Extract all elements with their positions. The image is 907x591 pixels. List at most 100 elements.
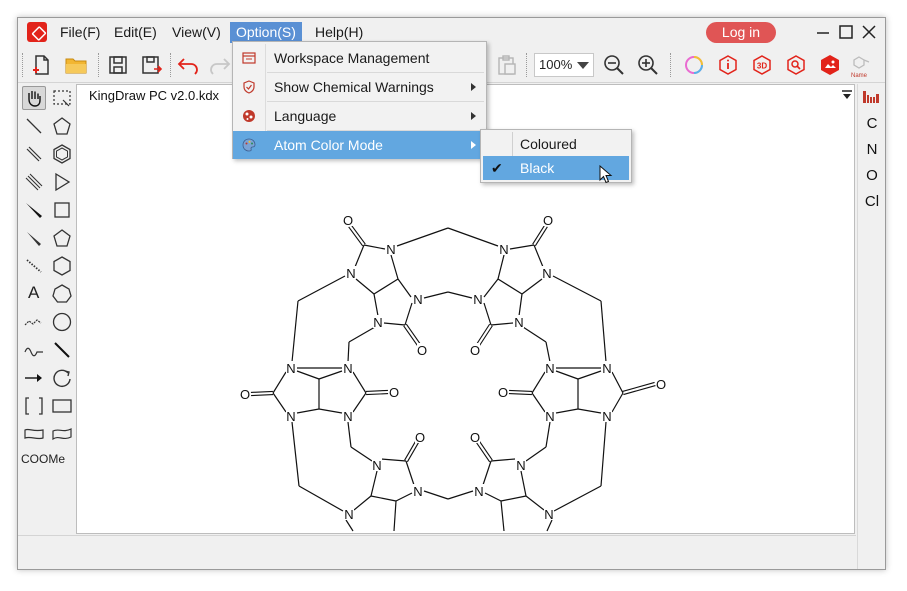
- single-bond[interactable]: [484, 492, 502, 502]
- double-bond-line[interactable]: [250, 390, 273, 393]
- menu-view[interactable]: View(V): [166, 22, 227, 43]
- nitrogen-atom[interactable]: N: [473, 292, 482, 307]
- single-bond[interactable]: [518, 293, 523, 317]
- nitrogen-atom[interactable]: N: [602, 409, 611, 424]
- nitrogen-atom[interactable]: N: [474, 484, 483, 499]
- menu-file[interactable]: File(F): [54, 22, 106, 43]
- single-bond[interactable]: [577, 370, 602, 380]
- single-bond[interactable]: [291, 421, 300, 487]
- nitrogen-atom[interactable]: N: [386, 242, 395, 257]
- nitrogen-atom[interactable]: N: [542, 266, 551, 281]
- paste-icon[interactable]: [494, 53, 518, 77]
- single-bond[interactable]: [393, 500, 397, 532]
- single-bond[interactable]: [500, 500, 505, 532]
- oxygen-atom[interactable]: O: [498, 385, 508, 400]
- single-bond[interactable]: [447, 291, 473, 299]
- nitrogen-atom[interactable]: N: [413, 292, 422, 307]
- single-bond[interactable]: [370, 495, 397, 502]
- oxygen-atom[interactable]: O: [417, 343, 427, 358]
- menu-option[interactable]: Option(S): [230, 22, 302, 43]
- menu-item-atom-color-mode[interactable]: Atom Color Mode: [233, 131, 486, 159]
- double-bond-line[interactable]: [403, 325, 419, 347]
- menu-edit[interactable]: Edit(E): [108, 22, 163, 43]
- single-bond[interactable]: [383, 322, 406, 326]
- single-bond[interactable]: [447, 227, 499, 247]
- bold-bond-icon[interactable]: [51, 339, 73, 361]
- single-bond[interactable]: [531, 371, 546, 394]
- single-bond[interactable]: [296, 408, 320, 414]
- flag-shape-icon[interactable]: [51, 423, 73, 445]
- nitrogen-atom[interactable]: N: [602, 361, 611, 376]
- single-bond[interactable]: [522, 326, 547, 343]
- oxygen-atom[interactable]: O: [656, 377, 666, 392]
- double-bond-line[interactable]: [366, 393, 389, 396]
- square-ring-icon[interactable]: [51, 199, 73, 221]
- nitrogen-atom[interactable]: N: [413, 484, 422, 499]
- single-bond[interactable]: [447, 490, 474, 500]
- double-bond-line[interactable]: [508, 393, 532, 396]
- hexagon-ring-icon[interactable]: [51, 255, 73, 277]
- save-icon[interactable]: [106, 53, 130, 77]
- single-bond[interactable]: [490, 322, 514, 326]
- nitrogen-atom[interactable]: N: [514, 315, 523, 330]
- nitrogen-atom[interactable]: N: [516, 458, 525, 473]
- single-bond[interactable]: [600, 300, 607, 363]
- element-nitrogen[interactable]: N: [858, 141, 885, 158]
- single-bond[interactable]: [373, 293, 379, 317]
- single-bond[interactable]: [533, 244, 544, 268]
- oxygen-atom[interactable]: O: [470, 343, 480, 358]
- close-icon[interactable]: [858, 21, 880, 43]
- double-bond-line[interactable]: [476, 323, 491, 345]
- hand-tool-selected[interactable]: [22, 86, 46, 110]
- new-file-icon[interactable]: [30, 53, 54, 77]
- single-bond[interactable]: [611, 371, 624, 394]
- pentagon-icon[interactable]: [51, 227, 73, 249]
- nitrogen-atom[interactable]: N: [344, 507, 353, 522]
- triangle-ring-icon[interactable]: [51, 171, 73, 193]
- single-bond[interactable]: [490, 458, 516, 462]
- menu-help[interactable]: Help(H): [309, 22, 369, 43]
- nitrogen-atom[interactable]: N: [343, 409, 352, 424]
- rectangle-shape-icon[interactable]: [51, 395, 73, 417]
- single-bond[interactable]: [296, 370, 320, 380]
- zoom-in-icon[interactable]: [636, 53, 660, 77]
- double-bond-line[interactable]: [478, 325, 493, 347]
- single-bond[interactable]: [318, 370, 343, 380]
- single-bond[interactable]: [545, 421, 551, 448]
- nitrogen-atom[interactable]: N: [286, 361, 295, 376]
- nitrogen-atom[interactable]: N: [545, 409, 554, 424]
- nitrogen-atom[interactable]: N: [544, 507, 553, 522]
- zoom-select[interactable]: 100%: [534, 53, 594, 77]
- single-bond[interactable]: [497, 278, 523, 295]
- arrow-tool-icon[interactable]: [23, 367, 45, 389]
- single-bond[interactable]: [348, 326, 376, 343]
- nitrogen-atom[interactable]: N: [372, 458, 381, 473]
- single-bond[interactable]: [611, 392, 624, 413]
- 3d-view-icon[interactable]: 3D: [750, 53, 774, 77]
- open-folder-icon[interactable]: [64, 53, 88, 77]
- info-icon[interactable]: [716, 53, 740, 77]
- heptagon-ring-icon[interactable]: [51, 283, 73, 305]
- wedge-bond-icon[interactable]: [23, 199, 45, 221]
- chain-tool-icon[interactable]: [23, 311, 45, 333]
- single-bond[interactable]: [355, 278, 375, 295]
- periodic-table-icon[interactable]: [863, 90, 881, 106]
- octagon-ring-icon[interactable]: [51, 311, 73, 333]
- single-bond[interactable]: [423, 490, 449, 500]
- single-bond[interactable]: [555, 408, 579, 414]
- single-bond[interactable]: [553, 485, 602, 512]
- single-bond[interactable]: [318, 408, 343, 414]
- search-structure-icon[interactable]: [784, 53, 808, 77]
- double-bond-icon[interactable]: [23, 143, 45, 165]
- single-bond[interactable]: [347, 421, 352, 448]
- marquee-select-icon[interactable]: [51, 87, 73, 109]
- single-bond[interactable]: [483, 278, 499, 298]
- oxygen-atom[interactable]: O: [389, 385, 399, 400]
- single-bond[interactable]: [552, 275, 602, 302]
- text-tool[interactable]: A: [28, 283, 39, 303]
- element-chlorine[interactable]: Cl: [858, 193, 885, 210]
- double-bond-line[interactable]: [348, 226, 364, 247]
- nitrogen-atom[interactable]: N: [499, 242, 508, 257]
- nitrogen-atom[interactable]: N: [286, 409, 295, 424]
- oxygen-atom[interactable]: O: [543, 213, 553, 228]
